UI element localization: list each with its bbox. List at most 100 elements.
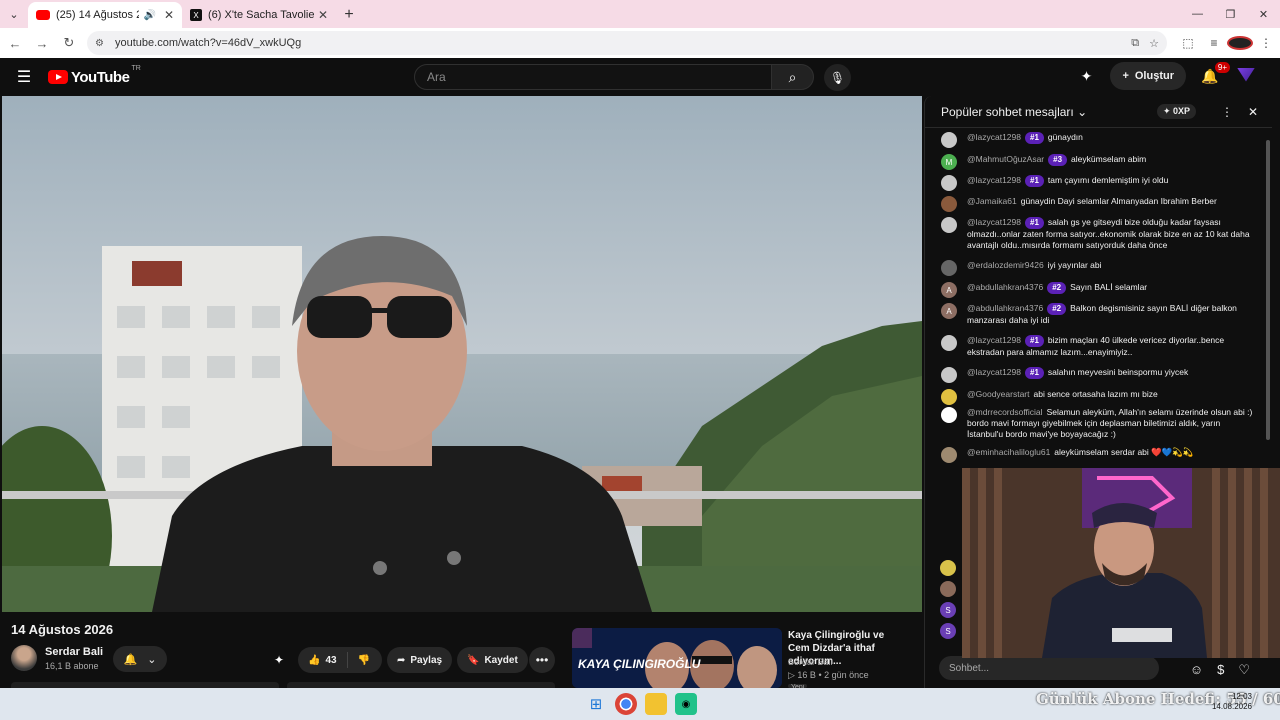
chat-author-avatar[interactable] bbox=[941, 132, 957, 148]
share-button[interactable]: ➦ Paylaş bbox=[387, 647, 453, 673]
chat-author-name[interactable]: @Jamaika61 bbox=[967, 196, 1017, 206]
hamburger-menu-icon[interactable]: ☰ bbox=[0, 67, 48, 87]
chat-close-icon[interactable]: ✕ bbox=[1244, 105, 1262, 119]
bookmark-star-icon[interactable]: ☆ bbox=[1149, 37, 1159, 50]
reload-icon[interactable]: ↻ bbox=[57, 31, 81, 55]
super-chat-icon[interactable]: $ bbox=[1217, 662, 1224, 678]
chat-side-avatar[interactable]: S bbox=[940, 623, 956, 639]
chrome-icon[interactable] bbox=[615, 693, 637, 715]
chat-input[interactable]: Sohbet... bbox=[939, 656, 1159, 680]
audio-playing-icon[interactable]: 🔊 bbox=[143, 10, 155, 21]
bell-icon: 🔔 bbox=[123, 653, 138, 666]
emoji-icon[interactable]: ☺ bbox=[1190, 662, 1203, 678]
chat-author-name[interactable]: @abdullahkran4376 bbox=[967, 282, 1043, 292]
voice-search-button[interactable]: 🎙 bbox=[824, 64, 851, 91]
chat-side-avatar[interactable] bbox=[940, 581, 956, 597]
create-button[interactable]: + Oluştur bbox=[1110, 62, 1186, 90]
chat-author-avatar[interactable] bbox=[941, 217, 957, 233]
address-bar[interactable]: ⚙ youtube.com/watch?v=46dV_xwkUQg ⧉ ☆ bbox=[87, 31, 1167, 55]
subscription-bell-button[interactable]: 🔔 ⌄ bbox=[113, 646, 167, 672]
tab-x[interactable]: X (6) X'te Sacha Tavolieri: " ✕ bbox=[182, 2, 336, 28]
chat-author-avatar[interactable] bbox=[941, 447, 957, 463]
thumbnail-text: KAYA ÇILINGIROĞLU bbox=[578, 657, 701, 671]
chat-message: A @abdullahkran4376 #2 Balkon degismisiniz … bbox=[941, 303, 1253, 326]
site-info-icon[interactable]: ⚙ bbox=[95, 38, 109, 49]
chat-author-avatar[interactable] bbox=[941, 367, 957, 383]
close-tab-icon[interactable]: ✕ bbox=[164, 8, 174, 22]
chat-author-name[interactable]: @eminhacihaliloglu61 bbox=[967, 447, 1050, 457]
search-input[interactable] bbox=[427, 70, 771, 84]
tab-title: (6) X'te Sacha Tavolieri: " bbox=[208, 9, 314, 21]
chat-author-name[interactable]: @lazycat1298 bbox=[967, 175, 1021, 185]
restore-icon[interactable]: ❐ bbox=[1214, 0, 1247, 28]
dislike-button[interactable]: 👎 bbox=[348, 655, 380, 666]
profile-avatar[interactable] bbox=[1227, 36, 1253, 50]
search-button[interactable]: ⌕ bbox=[771, 64, 814, 90]
youtube-logo[interactable]: YouTube TR bbox=[48, 65, 141, 86]
chat-author-avatar[interactable] bbox=[941, 196, 957, 212]
account-avatar[interactable] bbox=[1234, 67, 1258, 85]
recommended-video-thumbnail[interactable]: KAYA ÇILINGIROĞLU bbox=[572, 628, 782, 688]
chat-side-avatar[interactable] bbox=[940, 560, 956, 576]
premium-icon[interactable]: ✦ bbox=[274, 653, 284, 667]
xp-badge[interactable]: ✦ 0XP bbox=[1156, 104, 1196, 119]
chat-author-name[interactable]: @lazycat1298 bbox=[967, 132, 1021, 142]
chat-message: @lazycat1298 #1 bizim maçları 40 ülkede ve… bbox=[941, 335, 1253, 358]
microphone-icon: 🎙 bbox=[829, 70, 846, 85]
close-window-icon[interactable]: ✕ bbox=[1247, 0, 1280, 28]
save-button[interactable]: 🔖 Kaydet bbox=[457, 647, 528, 673]
channel-name[interactable]: Serdar Bali bbox=[45, 646, 103, 658]
file-explorer-icon[interactable] bbox=[645, 693, 667, 715]
chat-author-name[interactable]: @erdalozdemir9426 bbox=[967, 260, 1044, 270]
subscriber-count: 16,1 B abone bbox=[45, 661, 99, 671]
chat-author-avatar[interactable] bbox=[941, 407, 957, 423]
tab-youtube[interactable]: (25) 14 Ağustos 2026 - You 🔊 ✕ bbox=[28, 2, 182, 28]
video-player[interactable] bbox=[2, 96, 922, 612]
app-icon[interactable]: ◉ bbox=[675, 693, 697, 715]
like-button[interactable]: 👍 43 bbox=[298, 652, 348, 668]
chat-author-name[interactable]: @mdrrecordsofficial bbox=[967, 407, 1043, 417]
chat-message: M @MahmutOğuzAsar #3 aleykümselam abim bbox=[941, 154, 1253, 170]
chat-author-name[interactable]: @lazycat1298 bbox=[967, 335, 1021, 345]
heart-icon[interactable]: ♡ bbox=[1238, 662, 1250, 678]
close-tab-icon[interactable]: ✕ bbox=[318, 8, 328, 22]
forward-arrow-icon[interactable]: → bbox=[30, 31, 54, 55]
premium-gift-icon[interactable]: ✦ bbox=[1074, 68, 1098, 85]
url-text[interactable]: youtube.com/watch?v=46dV_xwkUQg bbox=[115, 37, 1121, 49]
minimize-icon[interactable]: — bbox=[1181, 0, 1214, 28]
notifications-bell-icon[interactable]: 🔔 9+ bbox=[1198, 61, 1230, 85]
chat-author-avatar[interactable]: M bbox=[941, 154, 957, 170]
chrome-menu-icon[interactable]: ⋮ bbox=[1253, 36, 1279, 50]
chat-author-name[interactable]: @lazycat1298 bbox=[967, 367, 1021, 377]
chat-more-icon[interactable]: ⋮ bbox=[1218, 105, 1236, 119]
chat-author-name[interactable]: @MahmutOğuzAsar bbox=[967, 154, 1044, 164]
tab-search-chevron-icon[interactable]: ⌄ bbox=[0, 0, 28, 28]
search-box[interactable] bbox=[414, 64, 772, 90]
chat-author-avatar[interactable] bbox=[941, 389, 957, 405]
chat-mode-dropdown[interactable]: Popüler sohbet mesajları ⌄ bbox=[941, 105, 1157, 119]
chat-message: @mdrrecordsofficial Selamun aleyküm, Alla… bbox=[941, 407, 1253, 440]
media-controls-icon[interactable]: ≡ bbox=[1201, 36, 1227, 50]
recommended-channel[interactable]: Serdar Bali bbox=[788, 657, 833, 667]
chat-message-text: iyi yayınlar abi bbox=[1047, 260, 1102, 270]
chat-author-avatar[interactable] bbox=[941, 260, 957, 276]
channel-avatar[interactable] bbox=[11, 645, 37, 671]
chat-author-name[interactable]: @Goodyearstart bbox=[967, 389, 1030, 399]
chat-author-avatar[interactable] bbox=[941, 335, 957, 351]
cast-icon[interactable]: ⧉ bbox=[1131, 37, 1139, 50]
chat-rank-badge: #1 bbox=[1025, 335, 1044, 347]
windows-start-icon[interactable]: ⊞ bbox=[585, 693, 607, 715]
extensions-icon[interactable]: ⬚ bbox=[1175, 36, 1201, 50]
chat-author-avatar[interactable] bbox=[941, 175, 957, 191]
chat-author-name[interactable]: @lazycat1298 bbox=[967, 217, 1021, 227]
share-arrow-icon: ➦ bbox=[397, 654, 406, 666]
chat-author-avatar[interactable]: A bbox=[941, 282, 957, 298]
back-arrow-icon[interactable]: ← bbox=[3, 31, 27, 55]
chat-side-avatar[interactable]: S bbox=[940, 602, 956, 618]
chat-message-text: aleykümselam serdar abi ❤️💙💫💫 bbox=[1054, 447, 1194, 457]
more-actions-button[interactable]: ••• bbox=[529, 647, 555, 673]
new-tab-button[interactable]: + bbox=[336, 2, 362, 28]
chat-message-text: günaydin Dayi selamlar Almanyadan Ibrahi… bbox=[1020, 196, 1217, 206]
chat-author-name[interactable]: @abdullahkran4376 bbox=[967, 303, 1043, 313]
chat-author-avatar[interactable]: A bbox=[941, 303, 957, 319]
